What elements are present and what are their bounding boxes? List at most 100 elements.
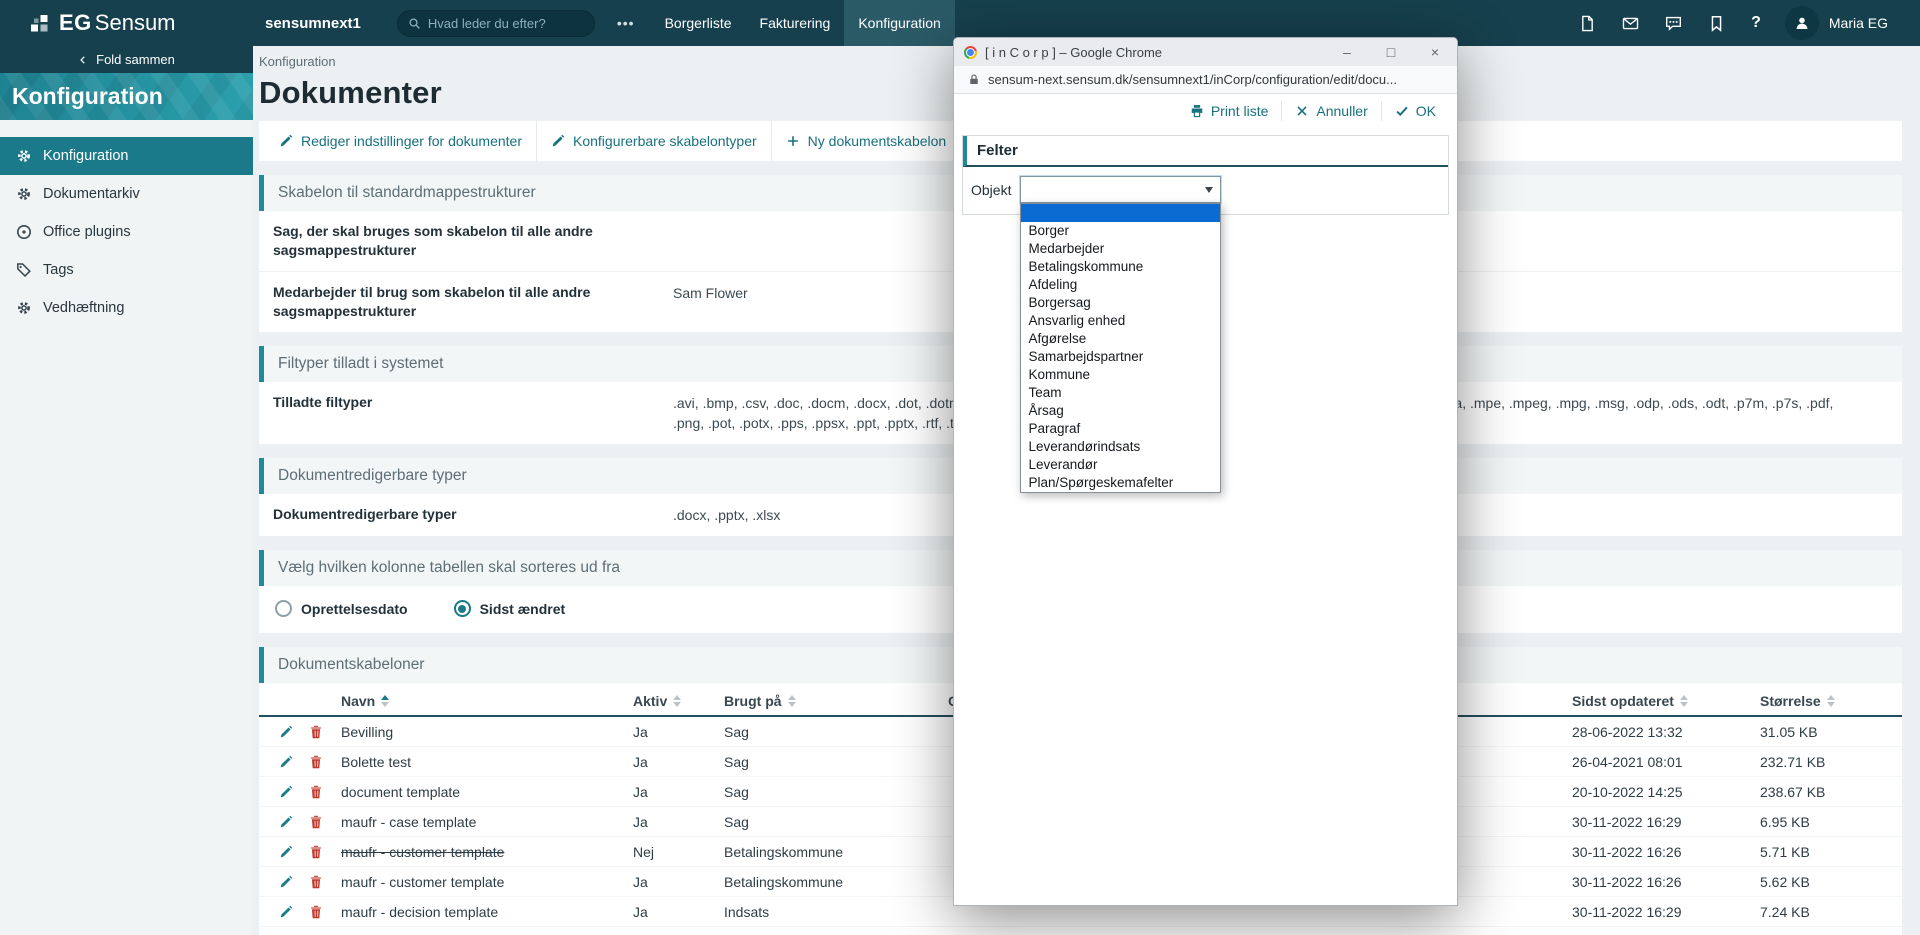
sidebar-collapse-button[interactable]: Fold sammen (0, 46, 253, 73)
user-menu[interactable]: Maria EG (1784, 6, 1888, 40)
global-search[interactable] (396, 9, 595, 37)
dropdown-option[interactable]: Ansvarlig enhed (1021, 312, 1220, 330)
sidebar-item-office-plugins[interactable]: Office plugins (0, 213, 253, 251)
overflow-menu[interactable]: ••• (617, 15, 635, 31)
cell: 30-11-2022 16:26 (1572, 873, 1682, 890)
tab-fakturering[interactable]: Fakturering (746, 0, 845, 46)
dropdown-option[interactable]: Betalingskommune (1021, 258, 1220, 276)
sidebar-item-label: Konfiguration (43, 148, 129, 164)
column-label: Navn (341, 693, 376, 709)
dropdown-option[interactable]: Paragraf (1021, 420, 1220, 438)
delete-icon[interactable] (309, 875, 323, 889)
ny-dokumentskabelon-button[interactable]: Ny dokumentskabelon (770, 121, 961, 161)
objekt-dropdown-list: Borger Medarbejder Betalingskommune Afdelin… (1020, 203, 1222, 493)
sort-icon[interactable] (381, 695, 390, 707)
search-input[interactable] (427, 15, 584, 31)
action-label: Rediger indstillinger for dokumenter (301, 133, 522, 149)
sidebar-item-label: Office plugins (43, 224, 131, 240)
cell: Sag (724, 753, 749, 770)
edit-icon[interactable] (279, 845, 293, 859)
popup-titlebar[interactable]: [ i n C o r p ] – Google Chrome – □ × (954, 38, 1457, 66)
chat-icon[interactable] (1665, 15, 1682, 32)
sort-icon[interactable] (1826, 695, 1835, 707)
sort-icon[interactable] (1679, 695, 1688, 707)
topbar-right: ? Maria EG (1579, 6, 1920, 40)
column-header-navn[interactable]: Navn (331, 693, 623, 709)
objekt-select[interactable] (1020, 176, 1222, 203)
delete-icon[interactable] (309, 905, 323, 919)
cell: maufr - case template (341, 813, 477, 830)
print-liste-button[interactable]: Print liste (1177, 101, 1282, 121)
dropdown-option[interactable]: Samarbejdspartner (1021, 348, 1220, 366)
app-logo[interactable]: EG Sensum (0, 10, 253, 36)
dropdown-option[interactable]: Plan/Spørgeskemafelter (1021, 474, 1220, 492)
cell: maufr - customer template (341, 843, 505, 860)
cell: Ja (633, 903, 648, 920)
cell: 30-11-2022 16:29 (1572, 813, 1682, 830)
mail-icon[interactable] (1622, 15, 1639, 32)
dropdown-option[interactable]: Borger (1021, 222, 1220, 240)
edit-icon[interactable] (279, 725, 293, 739)
sidebar-item-konfiguration[interactable]: Konfiguration (0, 137, 253, 175)
document-icon[interactable] (1579, 15, 1596, 32)
bookmark-icon[interactable] (1708, 15, 1725, 32)
dropdown-option[interactable]: Team (1021, 384, 1220, 402)
dropdown-option[interactable]: Borgersag (1021, 294, 1220, 312)
radio-label: Sidst ændret (479, 600, 566, 617)
annuller-button[interactable]: Annuller (1281, 100, 1380, 121)
dropdown-option[interactable]: Årsag (1021, 402, 1220, 420)
cell: 28-06-2022 13:32 (1572, 723, 1683, 740)
edit-icon[interactable] (279, 815, 293, 829)
edit-icon[interactable] (279, 875, 293, 889)
tab-borgerliste[interactable]: Borgerliste (651, 0, 746, 46)
edit-icon[interactable] (279, 905, 293, 919)
sidebar-item-dokumentarkiv[interactable]: Dokumentarkiv (0, 175, 253, 213)
delete-icon[interactable] (309, 815, 323, 829)
popup-url[interactable]: sensum-next.sensum.dk/sensumnext1/inCorp… (988, 72, 1397, 87)
close-button[interactable]: × (1413, 38, 1457, 66)
delete-icon[interactable] (309, 785, 323, 799)
objekt-field-row: Objekt Borger Medarbejder Betalingskommune… (963, 167, 1448, 493)
dropdown-option[interactable]: Afdeling (1021, 276, 1220, 294)
radio-sidst-ændret[interactable]: Sidst ændret (453, 600, 566, 617)
column-header-størrelse[interactable]: Størrelse (1750, 693, 1902, 709)
sidebar-item-label: Vedhæftning (43, 300, 125, 316)
delete-icon[interactable] (309, 845, 323, 859)
action-label: Konfigurerbare skabelontyper (573, 133, 757, 149)
edit-icon[interactable] (279, 755, 293, 769)
dropdown-option[interactable]: Afgørelse (1021, 330, 1220, 348)
popup-button-label: Annuller (1316, 102, 1368, 119)
column-header-aktiv[interactable]: Aktiv (623, 693, 714, 709)
radio-oprettelsesdato[interactable]: Oprettelsesdato (275, 600, 408, 617)
sidebar-item-vedhæftning[interactable]: Vedhæftning (0, 289, 253, 327)
help-icon[interactable]: ? (1751, 14, 1761, 32)
cell: Betalingskommune (724, 843, 844, 860)
konfigurerbare-skabelontyper-button[interactable]: Konfigurerbare skabelontyper (536, 121, 771, 161)
rediger-indstillinger-for-dokumenter-button[interactable]: Rediger indstillinger for dokumenter (265, 121, 536, 161)
column-header-brugt-på[interactable]: Brugt på (714, 693, 938, 709)
dropdown-option[interactable]: Kommune (1021, 366, 1220, 384)
cell: 7.24 KB (1760, 903, 1810, 920)
window-controls: – □ × (1325, 38, 1457, 66)
column-header-sidst-opdateret[interactable]: Sidst opdateret (1562, 693, 1750, 709)
sort-icon[interactable] (787, 695, 796, 707)
popup-window: [ i n C o r p ] – Google Chrome – □ × sens… (953, 37, 1458, 906)
minimize-button[interactable]: – (1325, 38, 1369, 66)
dropdown-option[interactable] (1021, 204, 1221, 222)
disc-icon (16, 224, 32, 240)
dropdown-option[interactable]: Leverandørindsats (1021, 438, 1220, 456)
cell: Bevilling (341, 723, 394, 740)
sidebar-item-tags[interactable]: Tags (0, 251, 253, 289)
delete-icon[interactable] (309, 755, 323, 769)
dropdown-option[interactable]: Medarbejder (1021, 240, 1220, 258)
maximize-button[interactable]: □ (1369, 38, 1413, 66)
ok-button[interactable]: OK (1380, 100, 1449, 121)
delete-icon[interactable] (309, 725, 323, 739)
user-name: Maria EG (1828, 15, 1888, 31)
objekt-label: Objekt (971, 181, 1012, 198)
gears-icon (16, 148, 32, 164)
edit-icon[interactable] (279, 785, 293, 799)
sort-icon[interactable] (673, 695, 682, 707)
tab-konfiguration[interactable]: Konfiguration (844, 0, 955, 46)
dropdown-option[interactable]: Leverandør (1021, 456, 1220, 474)
